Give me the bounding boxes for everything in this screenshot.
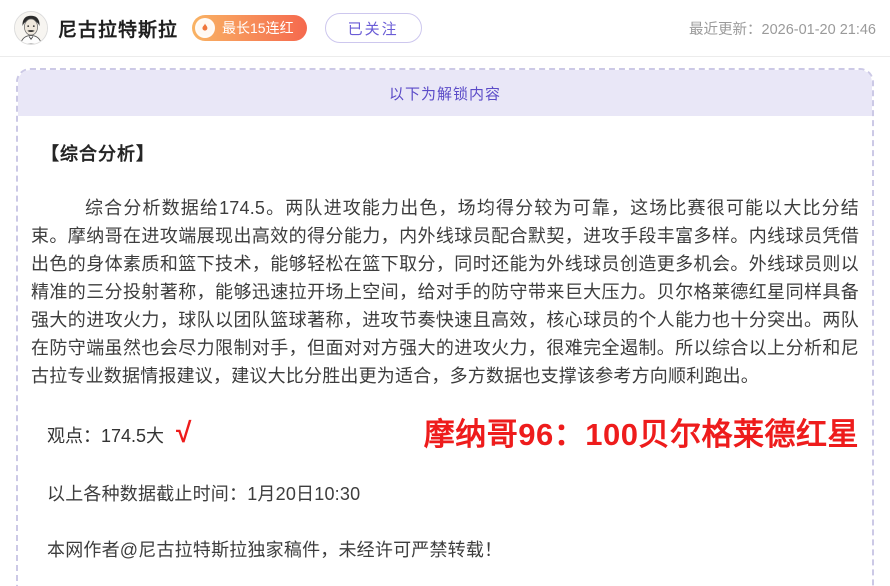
viewpoint-label: 观点：174.5大 — [47, 422, 164, 448]
unlocked-content-box: 以下为解锁内容 【综合分析】 综合分析数据给174.5。两队进攻能力出色，场均得… — [16, 68, 874, 586]
analysis-body: 【综合分析】 综合分析数据给174.5。两队进攻能力出色，场均得分较为可靠，这场… — [18, 116, 872, 586]
last-update-time: 最近更新：2026-01-20 21:46 — [689, 18, 878, 39]
streak-badge-label: 最长15连红 — [222, 18, 294, 38]
author-avatar[interactable] — [14, 11, 48, 45]
followed-button[interactable]: 已关注 — [325, 13, 422, 43]
viewpoint-row: 观点：174.5大 √ 摩纳哥96：100贝尔格莱德红星 — [31, 414, 859, 456]
final-score-text: 摩纳哥96：100贝尔格莱德红星 — [424, 416, 859, 453]
data-cutoff-line: 以上各种数据截止时间：1月20日10:30 — [31, 480, 859, 506]
viewpoint-left: 观点：174.5大 √ — [47, 421, 191, 449]
tesla-portrait-icon — [15, 12, 47, 44]
author-name: 尼古拉特斯拉 — [58, 15, 178, 42]
flame-icon — [195, 18, 215, 38]
unlock-banner: 以下为解锁内容 — [18, 70, 872, 116]
analysis-paragraph: 综合分析数据给174.5。两队进攻能力出色，场均得分较为可靠，这场比赛很可能以大… — [31, 194, 859, 390]
copyright-line: 本网作者@尼古拉特斯拉独家稿件，未经许可严禁转载！ — [31, 536, 859, 562]
author-header: 尼古拉特斯拉 最长15连红 已关注 最近更新：2026-01-20 21:46 — [0, 0, 890, 57]
page: 尼古拉特斯拉 最长15连红 已关注 最近更新：2026-01-20 21:46 … — [0, 0, 890, 586]
content-area: 以下为解锁内容 【综合分析】 综合分析数据给174.5。两队进攻能力出色，场均得… — [0, 57, 890, 586]
section-title: 【综合分析】 — [31, 140, 859, 166]
streak-badge: 最长15连红 — [192, 15, 307, 41]
checkmark-icon: √ — [176, 419, 191, 447]
